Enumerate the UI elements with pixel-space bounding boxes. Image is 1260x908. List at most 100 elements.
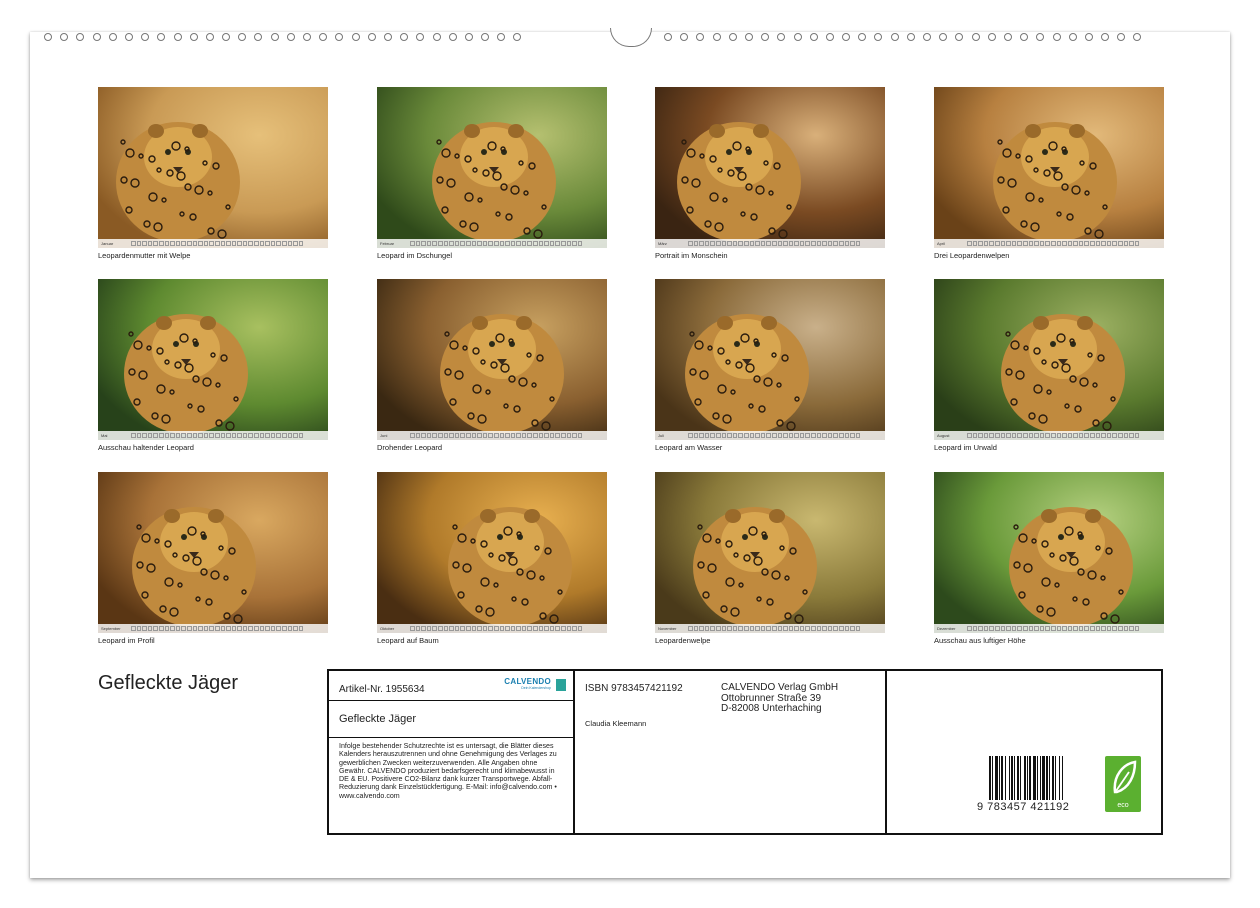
day-box (1101, 433, 1106, 438)
day-box (816, 433, 822, 438)
day-box (499, 241, 505, 246)
eco-label: eco (1117, 802, 1129, 809)
day-box (449, 241, 454, 246)
day-box (287, 626, 293, 631)
day-box (1039, 241, 1045, 246)
day-box (186, 433, 192, 438)
day-box (454, 626, 460, 631)
day-box (715, 626, 721, 631)
day-box (471, 241, 477, 246)
binding-hole (777, 33, 786, 41)
day-box (493, 433, 499, 438)
day-box (811, 241, 816, 246)
month-calendar-strip: Juni (377, 431, 607, 440)
day-box (533, 241, 538, 246)
day-box (421, 626, 426, 631)
binding-hole (1020, 33, 1029, 41)
photo-caption: Leopard im Profil (98, 636, 155, 645)
day-box (704, 626, 710, 631)
day-box (505, 241, 510, 246)
binding-hole (1084, 33, 1093, 41)
binding-hole (481, 33, 490, 41)
day-box (549, 626, 555, 631)
day-box (410, 241, 415, 246)
day-box (794, 241, 799, 246)
day-box (688, 241, 693, 246)
day-box (198, 626, 203, 631)
day-box (1101, 241, 1106, 246)
binding-hole (1036, 33, 1045, 41)
day-box (788, 433, 794, 438)
binding-hole (939, 33, 948, 41)
binding-hole (825, 33, 834, 41)
day-box (577, 241, 583, 246)
binding-hole (874, 33, 883, 41)
day-box (1106, 433, 1112, 438)
title-row: Gefleckte Jäger (329, 701, 573, 738)
binding-hole (60, 33, 69, 41)
month-calendar-strip: April (934, 239, 1164, 248)
info-title: Gefleckte Jäger (339, 713, 417, 725)
days-row (410, 241, 583, 246)
day-box (577, 433, 583, 438)
day-box (978, 626, 983, 631)
day-box (827, 433, 833, 438)
day-box (1050, 626, 1056, 631)
day-box (175, 241, 181, 246)
day-box (1090, 433, 1095, 438)
day-box (816, 626, 822, 631)
day-box (538, 241, 544, 246)
day-box (226, 626, 231, 631)
day-box (727, 433, 732, 438)
leopard-photo: September (98, 472, 328, 633)
day-box (521, 241, 527, 246)
month-card: Juli Leopard am Wasser (655, 279, 885, 452)
binding-hole (108, 33, 117, 41)
publisher-line: CALVENDO Verlag GmbH (721, 682, 839, 693)
day-box (226, 433, 231, 438)
binding-hole (793, 33, 802, 41)
day-box (482, 626, 488, 631)
binding-hole (432, 33, 441, 41)
day-box (967, 433, 972, 438)
binding-hole (44, 33, 52, 41)
binding-hole (351, 33, 360, 41)
month-label: November (658, 626, 677, 631)
isbn: ISBN 9783457421192 (585, 683, 683, 694)
day-box (688, 433, 693, 438)
month-calendar-strip: Februar (377, 239, 607, 248)
days-row (410, 626, 583, 631)
day-box (572, 626, 577, 631)
day-box (855, 626, 861, 631)
day-box (989, 433, 994, 438)
day-box (732, 626, 738, 631)
day-box (170, 241, 175, 246)
month-label: Februar (380, 241, 395, 246)
day-box (226, 241, 231, 246)
binding-hole (744, 33, 753, 41)
days-row (967, 433, 1140, 438)
month-card: Januar Leopardenmutter mit Welpe (98, 87, 328, 260)
month-label: August (937, 433, 950, 438)
day-box (493, 626, 499, 631)
day-box (298, 433, 304, 438)
leopard-photo: Februar (377, 87, 607, 248)
info-column-article: Artikel-Nr. 1955634 CALVENDO Dein Kalend… (329, 671, 575, 833)
day-box (693, 626, 699, 631)
leopard-photo: Dezember (934, 472, 1164, 633)
day-box (1034, 433, 1039, 438)
day-box (259, 626, 265, 631)
month-card: September Leopard im Profil (98, 472, 328, 645)
day-box (1017, 433, 1022, 438)
day-box (1078, 433, 1084, 438)
month-calendar-strip: Mai (98, 431, 328, 440)
day-box (1112, 241, 1118, 246)
day-box (777, 241, 783, 246)
day-box (766, 626, 771, 631)
day-box (967, 626, 972, 631)
day-box (432, 433, 437, 438)
day-box (738, 433, 743, 438)
barcode-icon (989, 756, 1063, 800)
day-box (231, 241, 237, 246)
day-box (415, 433, 421, 438)
